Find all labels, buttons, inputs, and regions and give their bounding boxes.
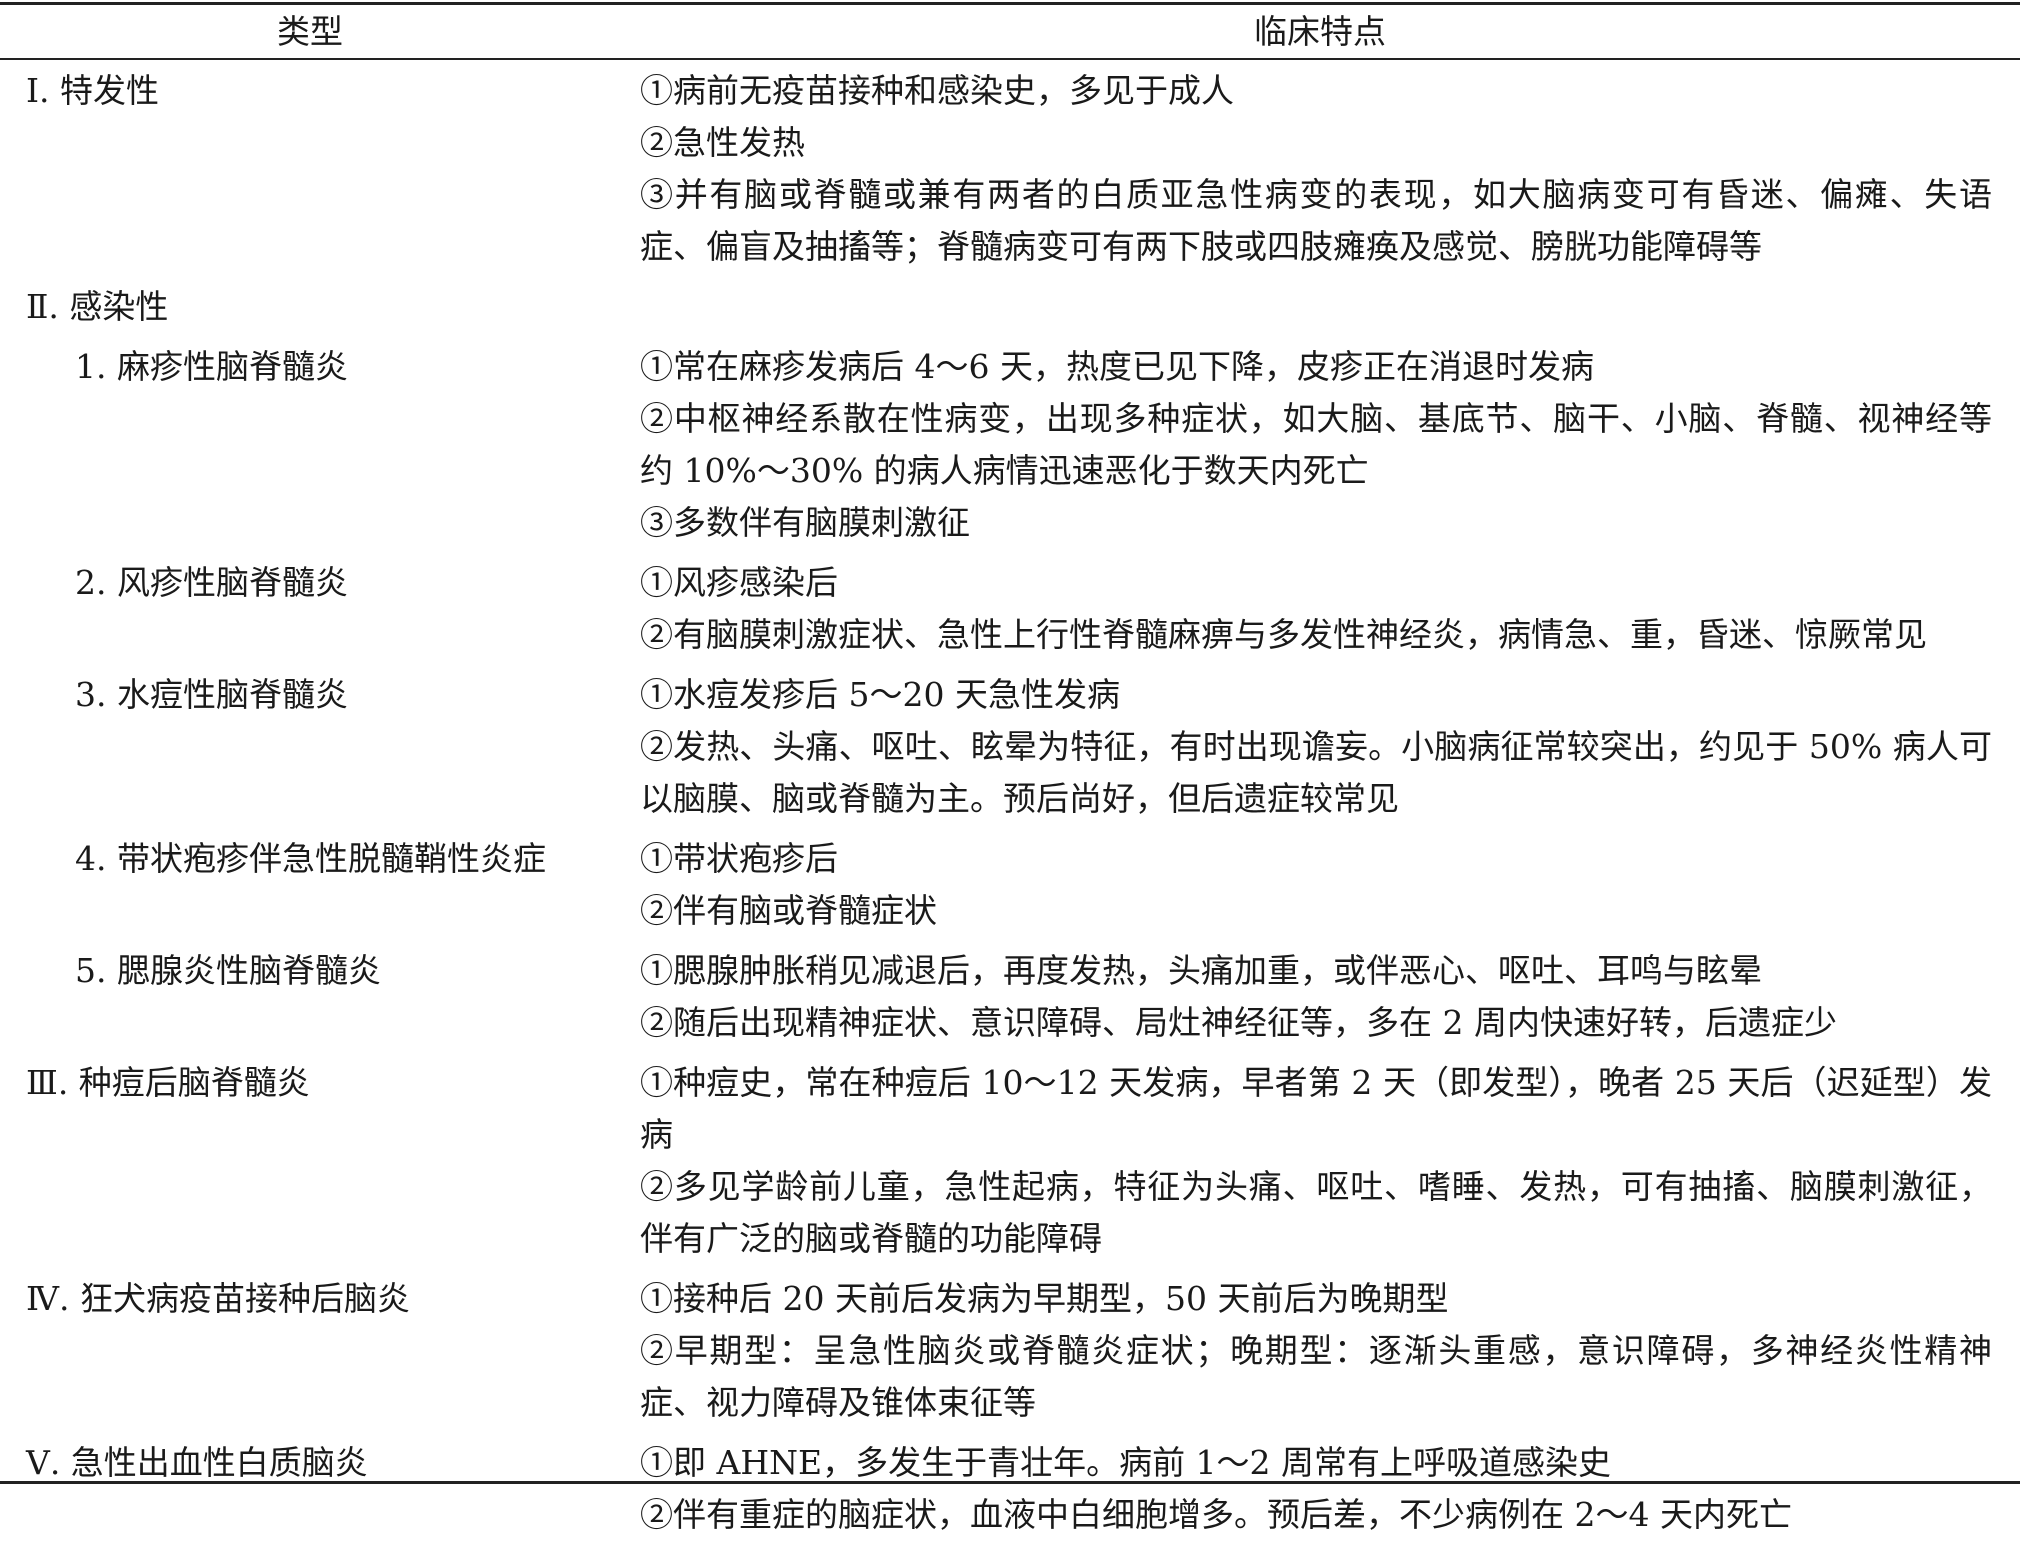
clinical-feature-item: ②伴有重症的脑症状，血液中白细胞增多。预后差，不少病例在 2～4 天内死亡 [640, 1495, 1792, 1534]
clinical-feature-item: ②有脑膜刺激症状、急性上行性脊髓麻痹与多发性神经炎，病情急、重，昏迷、惊厥常见 [640, 615, 1927, 654]
type-cell: 2. 风疹性脑脊髓炎 [75, 563, 348, 602]
type-cell: Ⅴ. 急性出血性白质脑炎 [26, 1443, 368, 1482]
row-spacer [0, 1265, 2020, 1273]
clinical-cell: ①风疹感染后 ②有脑膜刺激症状、急性上行性脊髓麻痹与多发性神经炎，病情急、重，昏迷… [620, 557, 2010, 661]
clinical-feature-item: ①腮腺肿胀稍见减退后，再度发热，头痛加重，或伴恶心、呕吐、耳鸣与眩晕 [640, 951, 1762, 990]
row-spacer [0, 825, 2020, 833]
clinical-feature-item: ①种痘史，常在种痘后 10～12 天发病，早者第 2 天（即发型），晚者 25 … [640, 1063, 1992, 1154]
clinical-cell: ①水痘发疹后 5～20 天急性发病 ②发热、头痛、呕吐、眩晕为特征，有时出现谵妄。… [620, 669, 2010, 825]
table-row: Ⅲ. 种痘后脑脊髓炎 ①种痘史，常在种痘后 10～12 天发病，早者第 2 天（即… [0, 1057, 2020, 1265]
clinical-feature-item: ③并有脑或脊髓或兼有两者的白质亚急性病变的表现，如大脑病变可有昏迷、偏瘫、失语症… [640, 175, 1992, 266]
clinical-feature-item: ①风疹感染后 [640, 563, 838, 602]
row-spacer [0, 1049, 2020, 1057]
type-cell: 4. 带状疱疹伴急性脱髓鞘性炎症 [75, 839, 546, 878]
row-spacer [0, 1541, 2020, 1549]
clinical-feature-item: ②早期型：呈急性脑炎或脊髓炎症状；晚期型：逐渐头重感，意识障碍，多神经炎性精神症… [640, 1331, 1992, 1422]
table-top-rule [0, 2, 2020, 5]
clinical-feature-item: ③多数伴有脑膜刺激征 [640, 503, 970, 542]
clinical-feature-item: ①水痘发疹后 5～20 天急性发病 [640, 675, 1120, 714]
table-row: 1. 麻疹性脑脊髓炎 ①常在麻疹发病后 4～6 天，热度已见下降，皮疹正在消退时发… [0, 341, 2020, 549]
table-row: 2. 风疹性脑脊髓炎 ①风疹感染后 ②有脑膜刺激症状、急性上行性脊髓麻痹与多发性神经… [0, 557, 2020, 661]
type-cell: Ⅰ. 特发性 [26, 71, 160, 110]
row-spacer [0, 1429, 2020, 1437]
row-spacer [0, 333, 2020, 341]
type-cell: Ⅳ. 狂犬病疫苗接种后脑炎 [26, 1279, 410, 1318]
clinical-feature-item: ①病前无疫苗接种和感染史，多见于成人 [640, 71, 1234, 110]
column-header-clinical: 临床特点 [1254, 12, 1386, 51]
clinical-cell: ①种痘史，常在种痘后 10～12 天发病，早者第 2 天（即发型），晚者 25 … [620, 1057, 2010, 1265]
clinical-feature-item: ②多见学龄前儿童，急性起病，特征为头痛、呕吐、嗜睡、发热，可有抽搐、脑膜刺激征，… [640, 1167, 1992, 1258]
clinical-feature-item: ①带状疱疹后 [640, 839, 838, 878]
row-spacer [0, 549, 2020, 557]
clinical-cell: ①带状疱疹后 ②伴有脑或脊髓症状 [620, 833, 2010, 937]
clinical-cell: ①常在麻疹发病后 4～6 天，热度已见下降，皮疹正在消退时发病 ②中枢神经系散在性… [620, 341, 2010, 549]
table-row: Ⅴ. 急性出血性白质脑炎 ①即 AHNE，多发生于青壮年。病前 1～2 周常有上呼… [0, 1437, 2020, 1541]
clinical-feature-item: ②伴有脑或脊髓症状 [640, 891, 937, 930]
clinical-types-table: 类型 临床特点 Ⅰ. 特发性 ①病前无疫苗接种和感染史，多见于成人 ②急性发热 ③并有… [0, 0, 2020, 1534]
clinical-cell: ①病前无疫苗接种和感染史，多见于成人 ②急性发热 ③并有脑或脊髓或兼有两者的白质亚急… [620, 65, 2010, 273]
type-cell: Ⅲ. 种痘后脑脊髓炎 [26, 1063, 310, 1102]
table-row: Ⅱ. 感染性 [0, 281, 2020, 333]
clinical-cell: ①腮腺肿胀稍见减退后，再度发热，头痛加重，或伴恶心、呕吐、耳鸣与眩晕 ②随后出现精… [620, 945, 2010, 1049]
clinical-feature-item: ②中枢神经系散在性病变，出现多种症状，如大脑、基底节、脑干、小脑、脊髓、视神经等… [640, 399, 1992, 490]
table-row: Ⅰ. 特发性 ①病前无疫苗接种和感染史，多见于成人 ②急性发热 ③并有脑或脊髓或兼有两… [0, 65, 2020, 273]
clinical-cell: ①接种后 20 天前后发病为早期型，50 天前后为晚期型 ②早期型：呈急性脑炎或脊… [620, 1273, 2010, 1429]
row-spacer [0, 937, 2020, 945]
type-cell: 5. 腮腺炎性脑脊髓炎 [75, 951, 381, 990]
column-header-type: 类型 [277, 12, 343, 51]
table-header-rule [0, 58, 2020, 60]
clinical-feature-item: ②发热、头痛、呕吐、眩晕为特征，有时出现谵妄。小脑病征常较突出，约见于 50% … [640, 727, 1992, 818]
type-cell: 1. 麻疹性脑脊髓炎 [75, 347, 348, 386]
row-spacer [0, 273, 2020, 281]
clinical-feature-item: ①常在麻疹发病后 4～6 天，热度已见下降，皮疹正在消退时发病 [640, 347, 1594, 386]
type-cell: 3. 水痘性脑脊髓炎 [75, 675, 348, 714]
clinical-cell [620, 281, 2010, 333]
clinical-feature-item: ②急性发热 [640, 123, 805, 162]
table-row: 5. 腮腺炎性脑脊髓炎 ①腮腺肿胀稍见减退后，再度发热，头痛加重，或伴恶心、呕吐、… [0, 945, 2020, 1049]
clinical-feature-item: ②随后出现精神症状、意识障碍、局灶神经征等，多在 2 周内快速好转，后遗症少 [640, 1003, 1837, 1042]
clinical-cell: ①即 AHNE，多发生于青壮年。病前 1～2 周常有上呼吸道感染史 ②伴有重症的脑… [620, 1437, 2010, 1541]
table-bottom-rule [0, 1481, 2020, 1484]
row-spacer [0, 661, 2020, 669]
type-cell: Ⅱ. 感染性 [26, 287, 169, 326]
clinical-feature-item: ①接种后 20 天前后发病为早期型，50 天前后为晚期型 [640, 1279, 1449, 1318]
table-row: 4. 带状疱疹伴急性脱髓鞘性炎症 ①带状疱疹后 ②伴有脑或脊髓症状 [0, 833, 2020, 937]
table-row: 3. 水痘性脑脊髓炎 ①水痘发疹后 5～20 天急性发病 ②发热、头痛、呕吐、眩晕为… [0, 669, 2020, 825]
table-body: Ⅰ. 特发性 ①病前无疫苗接种和感染史，多见于成人 ②急性发热 ③并有脑或脊髓或兼有两… [0, 65, 2020, 1549]
table-row: Ⅳ. 狂犬病疫苗接种后脑炎 ①接种后 20 天前后发病为早期型，50 天前后为晚期… [0, 1273, 2020, 1429]
